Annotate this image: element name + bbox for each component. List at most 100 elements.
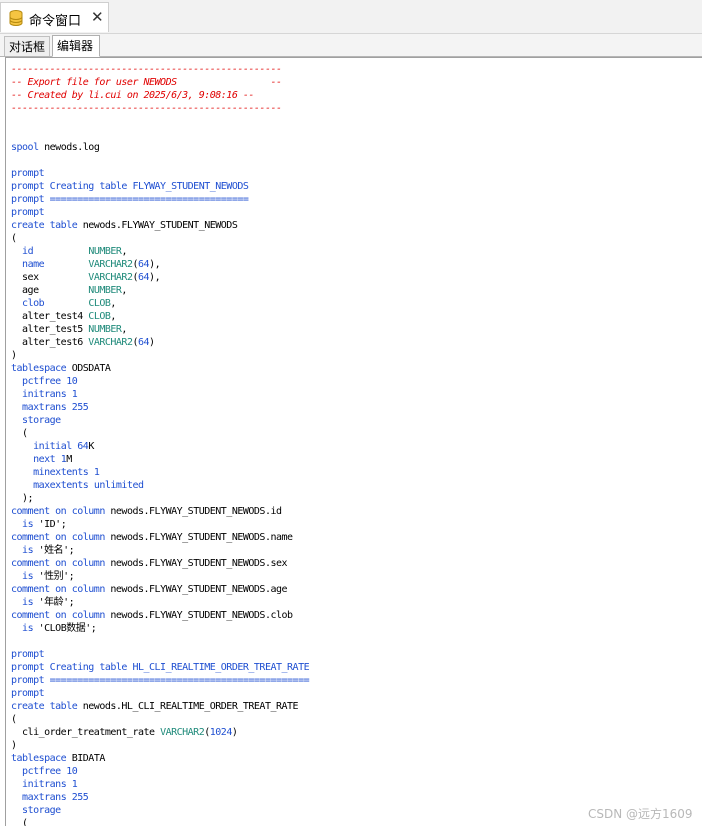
code-token: M (66, 454, 72, 465)
code-line: -- Export file for user NEWODS -- (11, 76, 309, 89)
code-token: tablespace (11, 363, 67, 374)
code-line: initrans 1 (11, 388, 309, 401)
code-token: prompt (11, 649, 45, 660)
code-token: '姓名'; (33, 545, 75, 556)
code-line: cli_order_treatment_rate VARCHAR2(1024) (11, 726, 309, 739)
sql-editor[interactable]: ----------------------------------------… (5, 57, 702, 826)
code-token: 1024 (209, 727, 233, 738)
code-token: alter_test4 (11, 311, 89, 322)
code-token: '性别'; (33, 571, 75, 582)
code-token: 64 (138, 259, 150, 270)
code-line: next 1M (11, 453, 309, 466)
code-area[interactable]: ----------------------------------------… (11, 63, 310, 826)
code-line: storage (11, 804, 309, 817)
code-token: age (11, 285, 89, 296)
code-token: storage (22, 415, 61, 426)
code-token: cli_order_treatment_rate (11, 727, 161, 738)
code-token: newods.log (38, 142, 100, 153)
code-token: storage (22, 805, 61, 816)
code-token: comment on column (11, 506, 105, 517)
code-token: CLOB (88, 311, 111, 322)
code-token: alter_test6 (11, 337, 89, 348)
code-token: newods.FLYWAY_STUDENT_NEWODS.sex (104, 558, 288, 569)
code-line: tablespace ODSDATA (11, 362, 309, 375)
code-token: ); (11, 493, 34, 504)
code-token: comment on column (11, 532, 105, 543)
command-window-tab-title: 命令窗口 (29, 14, 82, 29)
code-line: ) (11, 349, 309, 362)
code-token: newods.FLYWAY_STUDENT_NEWODS.age (104, 584, 288, 595)
code-token: CLOB (88, 298, 111, 309)
tab-editor[interactable]: 编辑器 (52, 35, 100, 57)
code-line: ----------------------------------------… (11, 102, 309, 115)
code-token: ) (11, 350, 17, 361)
code-token: , (110, 298, 116, 309)
code-line: prompt (11, 687, 309, 700)
code-line: pctfree 10 (11, 765, 309, 778)
code-token: id (22, 246, 34, 257)
code-token: VARCHAR2 (88, 272, 133, 283)
code-line: alter_test6 VARCHAR2(64) (11, 336, 309, 349)
code-token: newods.FLYWAY_STUDENT_NEWODS.clob (104, 610, 293, 621)
code-token: '年龄'; (33, 597, 75, 608)
code-token: ----------------------------------------… (11, 64, 282, 75)
code-line: spool newods.log (11, 141, 309, 154)
code-line: comment on column newods.FLYWAY_STUDENT_… (11, 531, 309, 544)
code-line: name VARCHAR2(64), (11, 258, 309, 271)
code-token: prompt Creating table HL_CLI_REALTIME_OR… (11, 662, 310, 673)
code-token: K (88, 441, 94, 452)
code-token: next (33, 454, 56, 465)
tab-dialog[interactable]: 对话框 (4, 36, 50, 56)
code-token: 10 (66, 376, 78, 387)
code-token: NUMBER (88, 285, 122, 296)
code-token: maxtrans (22, 402, 67, 413)
code-token: -- Created by li.cui on 2025/6/3, 9:08:1… (11, 90, 254, 101)
code-token: ), (149, 259, 161, 270)
code-line: create table newods.HL_CLI_REALTIME_ORDE… (11, 700, 309, 713)
code-line: initrans 1 (11, 778, 309, 791)
code-token: NUMBER (88, 324, 122, 335)
code-line: create table newods.FLYWAY_STUDENT_NEWOD… (11, 219, 309, 232)
code-line: age NUMBER, (11, 284, 309, 297)
code-token: NUMBER (88, 246, 122, 257)
code-line: sex VARCHAR2(64), (11, 271, 309, 284)
code-token: prompt (11, 207, 45, 218)
code-token: pctfree (22, 766, 61, 777)
code-token: minextents (33, 467, 89, 478)
command-window-tab[interactable]: 命令窗口 ✕ (0, 2, 109, 32)
code-token: 64 (138, 272, 150, 283)
code-token: create table (11, 701, 78, 712)
code-token: spool (11, 142, 39, 153)
code-token: pctfree (22, 376, 61, 387)
code-token: 1 (71, 389, 78, 400)
code-token: 1 (93, 467, 100, 478)
code-line: prompt (11, 167, 309, 180)
code-token: tablespace (11, 753, 67, 764)
code-line: is 'CLOB数据'; (11, 622, 309, 635)
code-line: is 'ID'; (11, 518, 309, 531)
code-line: prompt =================================… (11, 674, 310, 687)
close-icon[interactable]: ✕ (91, 8, 104, 26)
code-line: -- Created by li.cui on 2025/6/3, 9:08:1… (11, 89, 309, 102)
code-token: is (22, 597, 34, 608)
code-line: minextents 1 (11, 466, 309, 479)
code-line: alter_test5 NUMBER, (11, 323, 309, 336)
code-line: comment on column newods.FLYWAY_STUDENT_… (11, 609, 309, 622)
code-token: BIDATA (66, 753, 106, 764)
